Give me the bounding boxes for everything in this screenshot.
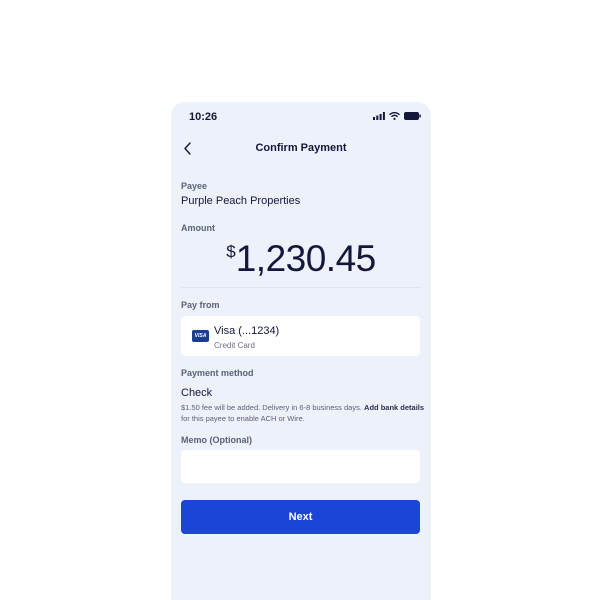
- currency-symbol: $: [226, 242, 236, 261]
- payment-method-label: Payment method: [181, 368, 254, 378]
- page-title: Confirm Payment: [255, 142, 347, 154]
- card-name: Visa (...1234): [214, 325, 280, 337]
- memo-label: Memo (Optional): [181, 435, 252, 445]
- payment-source-card[interactable]: VISA Visa (...1234) Credit Card: [181, 316, 420, 356]
- nav-bar: Confirm Payment: [171, 136, 431, 162]
- signal-icon: [373, 112, 385, 120]
- amount-label: Amount: [181, 223, 215, 233]
- divider: [181, 287, 421, 288]
- card-type: Credit Card: [214, 341, 255, 350]
- phone-screen: 10:26 Confirm Payment Payee Purple Peach…: [171, 102, 431, 600]
- payee-value: Purple Peach Properties: [181, 195, 301, 207]
- memo-input[interactable]: [181, 450, 420, 483]
- note-prefix: $1.50 fee will be added. Delivery in 6-8…: [181, 403, 365, 412]
- next-button[interactable]: Next: [181, 500, 420, 534]
- payment-method-value: Check: [181, 387, 213, 399]
- add-bank-details-link[interactable]: Add bank details: [364, 403, 424, 412]
- pay-from-label: Pay from: [181, 300, 220, 310]
- amount-value: 1,230.45: [235, 238, 377, 279]
- status-icons: [373, 112, 421, 120]
- status-bar: 10:26: [171, 102, 431, 132]
- status-time: 10:26: [189, 111, 218, 123]
- payee-label: Payee: [181, 181, 208, 191]
- note-suffix: for this payee to enable ACH or Wire.: [181, 414, 305, 423]
- wifi-icon: [389, 112, 400, 120]
- payment-method-note: $1.50 fee will be added. Delivery in 6-8…: [181, 402, 426, 424]
- amount-display: $1,230.45: [171, 238, 431, 280]
- battery-icon: [404, 112, 421, 120]
- visa-card-icon: VISA: [192, 330, 209, 342]
